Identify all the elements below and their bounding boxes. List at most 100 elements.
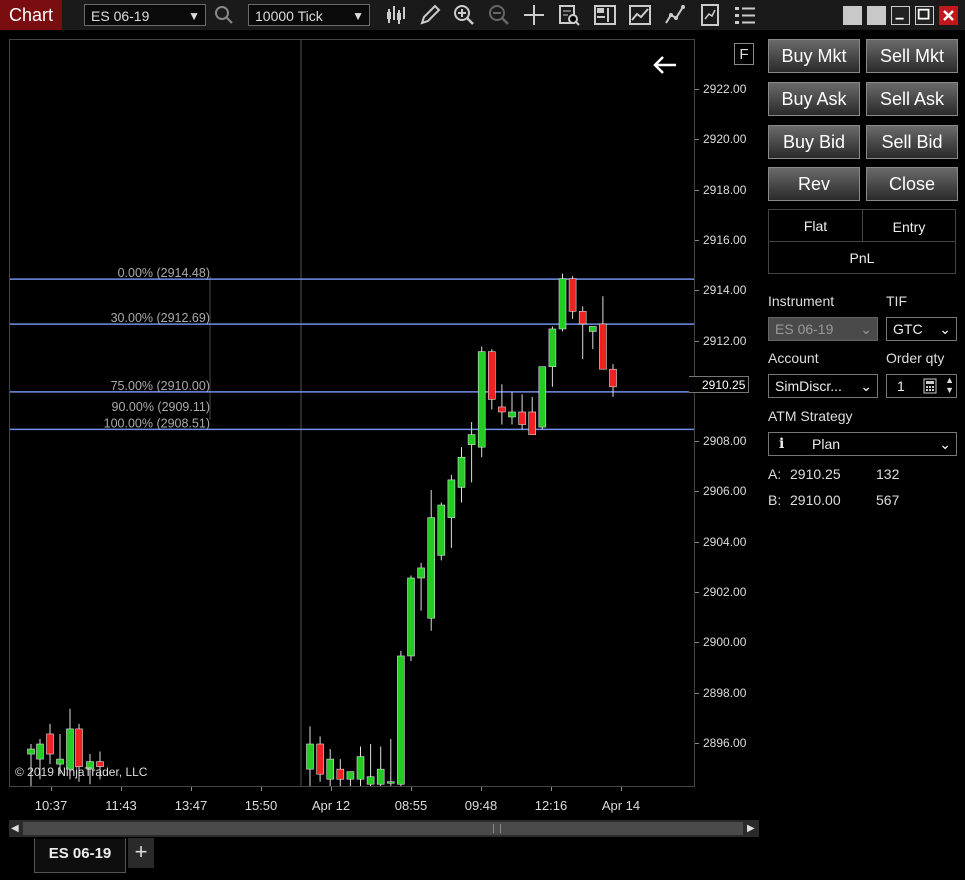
instrument-field: ES 06-19 ⌄ — [768, 317, 878, 341]
candle-body — [417, 567, 425, 579]
price-axis-label: 2920.00 — [703, 132, 747, 147]
time-axis-tick — [331, 787, 332, 791]
price-axis[interactable]: 2922.00 2920.00 2918.00 2916.00 2914.00 2912.… — [689, 39, 755, 787]
position-entry: Entry — [862, 209, 956, 242]
add-tab-button[interactable]: + — [128, 838, 154, 868]
candle-body — [437, 504, 446, 556]
buy-ask-button[interactable]: Buy Ask — [768, 82, 860, 116]
candle-body — [427, 517, 436, 619]
price-axis-tick — [695, 340, 699, 342]
back-arrow-icon[interactable] — [652, 54, 678, 76]
candle-body — [558, 278, 567, 330]
templates-icon[interactable] — [698, 3, 722, 27]
strategies-icon[interactable] — [663, 3, 687, 27]
chevron-down-icon: ⌄ — [860, 321, 872, 337]
tif-select[interactable]: GTC ⌄ — [886, 317, 957, 341]
tab-es-06-19[interactable]: ES 06-19 — [34, 839, 126, 873]
candle-body — [538, 366, 547, 428]
fib-level-label: 100.00% (2908.51) — [104, 416, 210, 430]
sell-mkt-button[interactable]: Sell Mkt — [866, 39, 958, 73]
candle-body — [498, 406, 506, 413]
scroll-left-icon[interactable]: ◀ — [11, 822, 23, 835]
price-axis-tick — [695, 743, 699, 744]
scroll-right-icon[interactable]: ▶ — [747, 822, 759, 835]
indicators-icon[interactable] — [628, 3, 652, 27]
price-axis-label: 2914.00 — [703, 283, 747, 298]
price-axis-label: 2898.00 — [703, 685, 747, 700]
chart-trader-icon[interactable] — [593, 3, 617, 27]
account-select[interactable]: SimDiscr... ⌄ — [768, 374, 878, 398]
candle-body — [356, 756, 365, 780]
position-flat: Flat — [768, 209, 863, 242]
interval-select[interactable]: 10000 Tick ▼ — [248, 4, 370, 26]
price-axis-label: 2906.00 — [703, 484, 747, 499]
candle-body — [366, 776, 375, 785]
search-icon[interactable] — [212, 3, 236, 27]
candle-body — [407, 577, 415, 657]
info-icon[interactable]: i — [779, 433, 784, 455]
time-axis-label: 12:16 — [534, 798, 568, 813]
zoom-in-icon[interactable] — [452, 3, 476, 27]
candle-body — [508, 411, 516, 418]
candle-body — [447, 479, 456, 518]
maximize-icon[interactable] — [915, 6, 934, 25]
time-axis-label: 15:50 — [244, 798, 278, 813]
gray-square-button[interactable] — [867, 6, 886, 25]
candle-body — [487, 351, 496, 400]
close-button[interactable]: Close — [866, 167, 958, 201]
candle-body — [376, 768, 385, 785]
ask-size: 132 — [876, 466, 900, 482]
buy-bid-button[interactable]: Buy Bid — [768, 125, 860, 159]
candle-body — [609, 368, 617, 388]
ask-price: 2910.25 — [790, 466, 841, 482]
candle-body — [568, 278, 577, 312]
candle-body — [386, 781, 395, 784]
qty-stepper-icon[interactable]: ▲ ▼ — [945, 375, 954, 395]
time-axis-label: 09:48 — [464, 798, 498, 813]
title-bar: Chart ES 06-19 ▼ 10000 Tick ▼ — [0, 0, 965, 30]
atm-strategy-value: Plan — [812, 436, 841, 452]
time-axis[interactable]: 10:37 11:43 13:47 15:50 Apr 12 08:55 09:48 12:1… — [9, 787, 695, 819]
time-axis-tick — [261, 787, 262, 791]
chevron-down-icon: ⌄ — [939, 436, 951, 452]
fib-level-label: 30.00% (2912.69) — [111, 311, 210, 325]
time-axis-tick — [51, 787, 52, 791]
crosshair-icon[interactable] — [522, 3, 546, 27]
candle-body — [306, 743, 314, 770]
app-title[interactable]: Chart — [0, 0, 62, 30]
price-axis-label: 2916.00 — [703, 232, 747, 247]
rev-button[interactable]: Rev — [768, 167, 860, 201]
data-box-icon[interactable] — [557, 3, 581, 27]
zoom-out-icon[interactable] — [487, 3, 511, 27]
price-chart[interactable]: 0.00% (2914.48) 30.00% (2912.69) 75.00% (2… — [10, 40, 694, 786]
bid-label: B: — [768, 492, 782, 508]
sell-bid-button[interactable]: Sell Bid — [866, 125, 958, 159]
candle-body — [599, 323, 607, 370]
horizontal-scrollbar[interactable]: ◀ ▶ — [9, 820, 759, 837]
minimize-icon[interactable] — [891, 6, 910, 25]
price-axis-tick — [695, 239, 699, 241]
close-icon[interactable] — [939, 6, 958, 25]
price-axis-label: 2918.00 — [703, 182, 747, 197]
calculator-icon[interactable] — [923, 378, 937, 400]
bar-style-icon[interactable] — [384, 3, 408, 27]
scroll-thumb[interactable] — [23, 822, 743, 835]
price-axis-label: 2896.00 — [703, 736, 747, 750]
instrument-select[interactable]: ES 06-19 ▼ — [84, 4, 206, 26]
gray-square-button[interactable] — [843, 6, 862, 25]
drawing-pencil-icon[interactable] — [418, 3, 442, 27]
position-pnl: PnL — [768, 241, 956, 274]
interval-select-value: 10000 Tick — [255, 8, 323, 24]
properties-icon[interactable] — [733, 3, 757, 27]
buy-mkt-button[interactable]: Buy Mkt — [768, 39, 860, 73]
sell-ask-button[interactable]: Sell Ask — [866, 82, 958, 116]
price-axis-tick — [695, 441, 699, 443]
account-select-value: SimDiscr... — [775, 378, 842, 394]
atm-strategy-select[interactable]: i Plan ⌄ — [768, 432, 957, 456]
tab-bar: ES 06-19 + — [0, 838, 965, 880]
order-qty-field[interactable]: 1 ▲ ▼ — [886, 374, 957, 398]
chart-panel[interactable]: 0.00% (2914.48) 30.00% (2912.69) 75.00% (2… — [9, 39, 695, 787]
fib-level-label: 0.00% (2914.48) — [118, 266, 210, 280]
fib-level-label: 90.00% (2909.11) — [112, 400, 210, 414]
candle-body — [397, 655, 405, 785]
